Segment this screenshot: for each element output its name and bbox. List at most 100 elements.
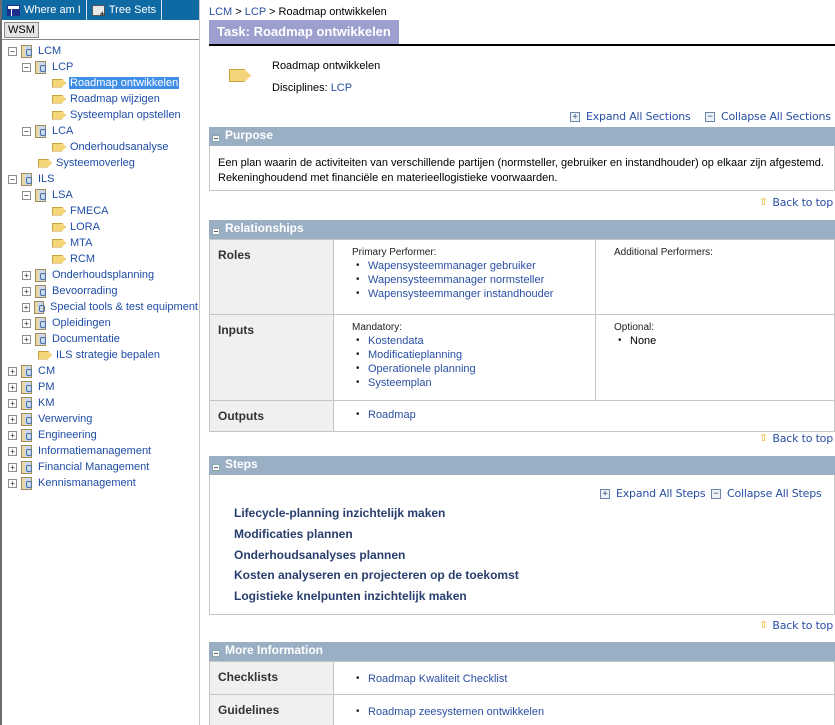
step-item[interactable]: Lifecycle-planning inzichtelijk maken (234, 506, 445, 520)
input-link[interactable]: Systeemplan (368, 377, 432, 389)
collapse-all-steps-button[interactable]: − Collapse All Steps (711, 487, 822, 500)
tree-node[interactable]: + CM (2, 363, 199, 379)
expand-node-icon[interactable]: + (8, 382, 17, 392)
expand-node-icon[interactable]: + (8, 398, 17, 408)
tree-node-label[interactable]: Verwerving (37, 413, 93, 425)
tree-node[interactable]: + Financial Management (2, 459, 199, 475)
output-link[interactable]: Roadmap (368, 409, 416, 421)
collapse-node-icon[interactable]: − (22, 190, 31, 200)
expand-node-icon[interactable]: + (8, 430, 17, 440)
tree-node-label[interactable]: Systeemoverleg (55, 157, 136, 169)
tree-node-label[interactable]: Roadmap ontwikkelen (69, 77, 180, 89)
expand-node-icon[interactable]: + (8, 414, 17, 424)
tree-node[interactable]: − LCA (2, 123, 199, 139)
tree-node-label[interactable]: CM (37, 365, 56, 377)
expand-node-icon[interactable]: + (22, 302, 31, 312)
purpose-section-header[interactable]: Purpose (209, 127, 835, 146)
tree-node[interactable]: + KM (2, 395, 199, 411)
steps-section-header[interactable]: Steps (209, 456, 835, 475)
tree-node-label[interactable]: Informatiemanagement (37, 445, 152, 457)
collapse-section-icon[interactable] (212, 135, 220, 142)
tree-node-label[interactable]: PM (37, 381, 56, 393)
tree-node[interactable]: Systeemoverleg (2, 155, 199, 171)
tree-node[interactable]: Onderhoudsanalyse (2, 139, 199, 155)
tree-node[interactable]: + PM (2, 379, 199, 395)
tree-node-label[interactable]: Opleidingen (51, 317, 112, 329)
tree-node[interactable]: + Onderhoudsplanning (2, 267, 199, 283)
tree-node-label[interactable]: LCP (51, 61, 74, 73)
step-item[interactable]: Logistieke knelpunten inzichtelijk maken (234, 589, 467, 603)
tree-node[interactable]: + Opleidingen (2, 315, 199, 331)
view-tab-wsm[interactable]: WSM (4, 22, 39, 38)
expand-all-sections-button[interactable]: + Expand All Sections (570, 110, 691, 123)
tree-node-label[interactable]: Bevoorrading (51, 285, 118, 297)
tree-node-label[interactable]: Onderhoudsanalyse (69, 141, 169, 153)
tree-node[interactable]: + Kennismanagement (2, 475, 199, 491)
tree-node[interactable]: FMECA (2, 203, 199, 219)
collapse-section-icon[interactable] (212, 228, 220, 235)
tree-node-label[interactable]: KM (37, 397, 56, 409)
tree-node[interactable]: + Engineering (2, 427, 199, 443)
tree-node-label[interactable]: Special tools & test equipment (49, 301, 199, 313)
input-link[interactable]: Operationele planning (368, 363, 476, 375)
guideline-link[interactable]: Roadmap zeesystemen ontwikkelen (368, 706, 544, 718)
tree-node[interactable]: − ILS (2, 171, 199, 187)
input-link[interactable]: Modificatieplanning (368, 349, 462, 361)
step-item[interactable]: Kosten analyseren en projecteren op de t… (234, 568, 519, 582)
expand-node-icon[interactable]: + (22, 334, 31, 344)
relationships-section-header[interactable]: Relationships (209, 220, 835, 239)
tree-node-label[interactable]: LCA (51, 125, 74, 137)
tree-node[interactable]: − LSA (2, 187, 199, 203)
collapse-node-icon[interactable]: − (22, 126, 31, 136)
tree-sets-tab[interactable]: Tree Sets (87, 0, 163, 20)
role-link[interactable]: Wapensysteemmanager gebruiker (368, 260, 536, 272)
tree-node-label[interactable]: LORA (69, 221, 101, 233)
tree-node-label[interactable]: Kennismanagement (37, 477, 137, 489)
role-link[interactable]: Wapensysteemmanger instandhouder (368, 288, 553, 300)
tree-node-label[interactable]: MTA (69, 237, 93, 249)
collapse-node-icon[interactable]: − (8, 46, 17, 56)
step-item[interactable]: Onderhoudsanalyses plannen (234, 548, 405, 562)
tree-node-label[interactable]: Onderhoudsplanning (51, 269, 155, 281)
tree-node[interactable]: + Informatiemanagement (2, 443, 199, 459)
more-information-section-header[interactable]: More Information (209, 642, 835, 661)
tree-node[interactable]: + Special tools & test equipment (2, 299, 199, 315)
expand-node-icon[interactable]: + (8, 478, 17, 488)
tree-node-label[interactable]: Engineering (37, 429, 98, 441)
tree-node[interactable]: RCM (2, 251, 199, 267)
expand-node-icon[interactable]: + (22, 270, 31, 280)
input-link[interactable]: Kostendata (368, 335, 424, 347)
tree-node[interactable]: + Verwerving (2, 411, 199, 427)
tree-node[interactable]: Roadmap ontwikkelen (2, 75, 199, 91)
discipline-link-lcp[interactable]: LCP (331, 82, 352, 94)
tree-node[interactable]: MTA (2, 235, 199, 251)
expand-node-icon[interactable]: + (8, 462, 17, 472)
role-link[interactable]: Wapensysteemmanager normsteller (368, 274, 544, 286)
tree-node-label[interactable]: Financial Management (37, 461, 150, 473)
checklist-link[interactable]: Roadmap Kwaliteit Checklist (368, 673, 507, 685)
tree-node[interactable]: Roadmap wijzigen (2, 91, 199, 107)
tree-node-label[interactable]: FMECA (69, 205, 110, 217)
tree-node[interactable]: LORA (2, 219, 199, 235)
tree-node-label[interactable]: LSA (51, 189, 74, 201)
breadcrumb-lcp[interactable]: LCP (245, 6, 266, 18)
tree-node-label[interactable]: Documentatie (51, 333, 121, 345)
breadcrumb-lcm[interactable]: LCM (209, 6, 232, 18)
tree-node-label[interactable]: Roadmap wijzigen (69, 93, 161, 105)
expand-node-icon[interactable]: + (22, 286, 31, 296)
tree-node-label[interactable]: RCM (69, 253, 96, 265)
where-am-i-tab[interactable]: Where am I (2, 0, 87, 20)
tree-node[interactable]: Systeemplan opstellen (2, 107, 199, 123)
expand-node-icon[interactable]: + (22, 318, 31, 328)
tree-node[interactable]: + Bevoorrading (2, 283, 199, 299)
back-to-top-link[interactable]: ⇧ Back to top (759, 619, 833, 632)
tree-node[interactable]: + Documentatie (2, 331, 199, 347)
back-to-top-link[interactable]: ⇧ Back to top (759, 196, 833, 209)
tree-node-label[interactable]: Systeemplan opstellen (69, 109, 182, 121)
expand-node-icon[interactable]: + (8, 366, 17, 376)
collapse-node-icon[interactable]: − (8, 174, 17, 184)
collapse-section-icon[interactable] (212, 650, 220, 657)
tree-node[interactable]: − LCM (2, 43, 199, 59)
expand-all-steps-button[interactable]: + Expand All Steps (600, 487, 706, 500)
tree-node-label[interactable]: ILS (37, 173, 56, 185)
